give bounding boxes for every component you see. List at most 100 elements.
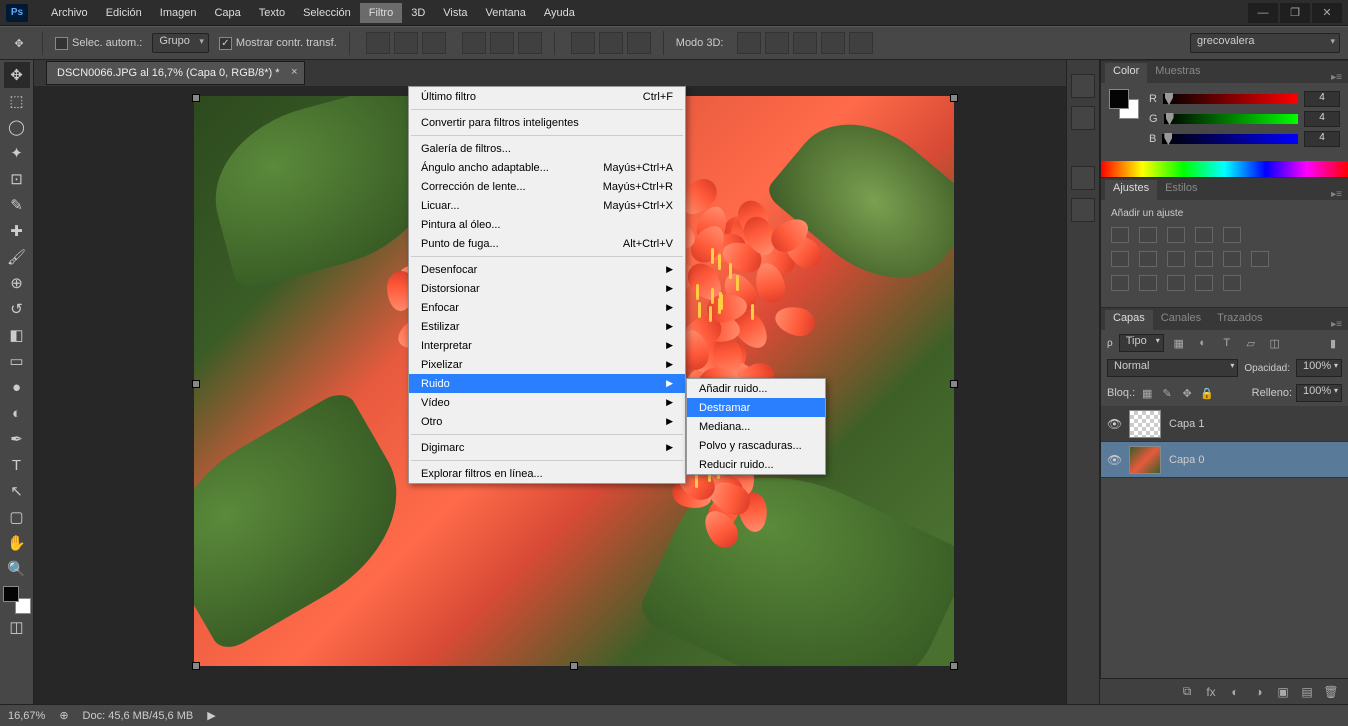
icon-3d[interactable]	[821, 32, 845, 54]
color-swatches[interactable]	[3, 586, 31, 614]
align-icon[interactable]	[394, 32, 418, 54]
submenu-item[interactable]: Polvo y rascaduras...	[687, 436, 825, 455]
adjust-icon[interactable]	[1167, 275, 1185, 291]
transform-handle[interactable]	[192, 380, 200, 388]
link-icon[interactable]: ⧉	[1178, 684, 1196, 700]
menu-item[interactable]: Punto de fuga...Alt+Ctrl+V	[409, 234, 685, 253]
eraser-tool[interactable]: ◧	[4, 322, 30, 348]
close-tab-icon[interactable]: ×	[291, 66, 297, 78]
align-icon[interactable]	[422, 32, 446, 54]
mask-icon[interactable]: ◐	[1226, 684, 1244, 700]
adjust-icon[interactable]	[1139, 227, 1157, 243]
transform-handle[interactable]	[950, 662, 958, 670]
menu-item[interactable]: Estilizar▶	[409, 317, 685, 336]
menu-item[interactable]: Corrección de lente...Mayús+Ctrl+R	[409, 177, 685, 196]
menu-item[interactable]: Licuar...Mayús+Ctrl+X	[409, 196, 685, 215]
transform-handle[interactable]	[192, 662, 200, 670]
lock-icon[interactable]: ✥	[1179, 385, 1195, 401]
menu-selección[interactable]: Selección	[294, 3, 360, 23]
tab-layers[interactable]: Capas	[1105, 310, 1153, 330]
g-slider[interactable]	[1164, 114, 1298, 124]
lasso-tool[interactable]: ◯	[4, 114, 30, 140]
menu-item[interactable]: Pixelizar▶	[409, 355, 685, 374]
align-icon[interactable]	[490, 32, 514, 54]
menu-vista[interactable]: Vista	[434, 3, 476, 23]
tab-styles[interactable]: Estilos	[1157, 180, 1205, 200]
zoom-tool[interactable]: 🔍	[4, 556, 30, 582]
panel-menu-icon[interactable]: ▸≡	[1325, 319, 1348, 330]
b-slider[interactable]	[1162, 134, 1298, 144]
hand-tool[interactable]: ✋	[4, 530, 30, 556]
wand-tool[interactable]: ✦	[4, 140, 30, 166]
lock-icon[interactable]: ✎	[1159, 385, 1175, 401]
adjust-icon[interactable]	[1167, 251, 1185, 267]
panel-menu-icon[interactable]: ▸≡	[1325, 72, 1348, 83]
layer-item[interactable]: 👁 Capa 0	[1101, 442, 1348, 478]
filter-icon[interactable]: ◫	[1266, 335, 1284, 351]
adjust-icon[interactable]	[1195, 275, 1213, 291]
tab-color[interactable]: Color	[1105, 63, 1147, 83]
move-tool[interactable]: ✥	[4, 62, 30, 88]
menu-capa[interactable]: Capa	[205, 3, 249, 23]
spectrum-bar[interactable]	[1101, 161, 1348, 177]
panel-fgbg-swatch[interactable]	[1109, 89, 1139, 119]
g-value[interactable]: 4	[1304, 111, 1340, 127]
menu-item[interactable]: Último filtroCtrl+F	[409, 87, 685, 106]
shape-tool[interactable]: ▢	[4, 504, 30, 530]
distribute-icon[interactable]	[599, 32, 623, 54]
adjust-icon[interactable]	[1139, 251, 1157, 267]
adjust-icon[interactable]	[1111, 251, 1129, 267]
icon-3d[interactable]	[849, 32, 873, 54]
show-transform-checkbox[interactable]: Mostrar contr. transf.	[219, 37, 337, 50]
menu-ayuda[interactable]: Ayuda	[535, 3, 584, 23]
filter-icon[interactable]: ◐	[1194, 335, 1212, 351]
tab-adjust[interactable]: Ajustes	[1105, 180, 1157, 200]
menu-item[interactable]: Desenfocar▶	[409, 260, 685, 279]
filter-icon[interactable]: ▱	[1242, 335, 1260, 351]
submenu-item[interactable]: Destramar	[687, 398, 825, 417]
icon-3d[interactable]	[765, 32, 789, 54]
brush-tool[interactable]: 🖌	[4, 244, 30, 270]
heal-tool[interactable]: ✚	[4, 218, 30, 244]
adjust-icon[interactable]	[1195, 251, 1213, 267]
group-select[interactable]: Grupo	[152, 33, 209, 53]
menu-item[interactable]: Distorsionar▶	[409, 279, 685, 298]
layer-filter-select[interactable]: Tipo	[1119, 334, 1164, 352]
eyedropper-tool[interactable]: ✎	[4, 192, 30, 218]
menu-item[interactable]: Interpretar▶	[409, 336, 685, 355]
zoom-value[interactable]: 16,67%	[8, 710, 45, 722]
quickmask-tool[interactable]: ◫	[4, 614, 30, 640]
trash-icon[interactable]: 🗑	[1322, 684, 1340, 700]
adjust-icon[interactable]	[1223, 275, 1241, 291]
path-tool[interactable]: ↖	[4, 478, 30, 504]
foreground-swatch[interactable]	[3, 586, 19, 602]
menu-edición[interactable]: Edición	[97, 3, 151, 23]
dodge-tool[interactable]: ◐	[4, 400, 30, 426]
blur-tool[interactable]: ●	[4, 374, 30, 400]
menu-item[interactable]: Otro▶	[409, 412, 685, 431]
align-icon[interactable]	[518, 32, 542, 54]
strip-icon[interactable]	[1071, 198, 1095, 222]
menu-item[interactable]: Vídeo▶	[409, 393, 685, 412]
icon-3d[interactable]	[793, 32, 817, 54]
transform-handle[interactable]	[192, 94, 200, 102]
eye-icon[interactable]: 👁	[1107, 453, 1121, 467]
submenu-item[interactable]: Reducir ruido...	[687, 455, 825, 474]
lock-icon[interactable]: ▦	[1139, 385, 1155, 401]
menu-imagen[interactable]: Imagen	[151, 3, 206, 23]
icon-3d[interactable]	[737, 32, 761, 54]
adjust-icon[interactable]	[1111, 275, 1129, 291]
adjust-icon[interactable]: ◑	[1250, 684, 1268, 700]
maximize-button[interactable]: ❐	[1280, 3, 1310, 23]
adjust-icon[interactable]	[1167, 227, 1185, 243]
menu-texto[interactable]: Texto	[250, 3, 294, 23]
strip-icon[interactable]	[1071, 74, 1095, 98]
tab-channels[interactable]: Canales	[1153, 310, 1209, 330]
type-tool[interactable]: T	[4, 452, 30, 478]
transform-handle[interactable]	[950, 94, 958, 102]
menu-filtro[interactable]: Filtro	[360, 3, 402, 23]
transform-handle[interactable]	[570, 662, 578, 670]
tab-swatches[interactable]: Muestras	[1147, 63, 1208, 83]
menu-item[interactable]: Galería de filtros...	[409, 139, 685, 158]
opacity-value[interactable]: 100%	[1296, 359, 1342, 377]
